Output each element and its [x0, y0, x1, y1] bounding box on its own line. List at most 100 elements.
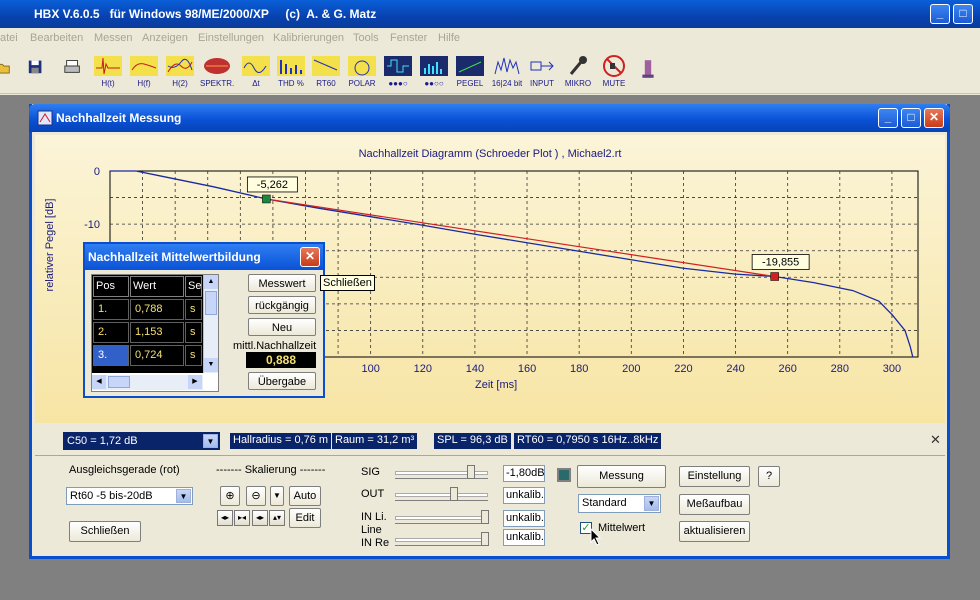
- measurement-button[interactable]: Messung: [577, 465, 666, 488]
- toolbar-input[interactable]: INPUT: [526, 54, 558, 92]
- save-icon[interactable]: [26, 54, 46, 92]
- row2-unit[interactable]: s: [185, 322, 202, 343]
- column-header-pos[interactable]: Pos: [93, 276, 129, 297]
- in-left-slider[interactable]: [395, 510, 489, 524]
- toolbar-scope2[interactable]: ●●○○: [418, 54, 450, 92]
- window-close-button[interactable]: ✕: [924, 108, 944, 128]
- setup-button[interactable]: Meßaufbau: [679, 494, 750, 515]
- toolbar-mikro[interactable]: MIKRO: [562, 54, 594, 92]
- settings-button[interactable]: Einstellung: [679, 466, 750, 487]
- scroll-left-icon[interactable]: ◀: [92, 375, 106, 389]
- toolbar-pegel[interactable]: PEGEL: [454, 54, 486, 92]
- scroll-down-arrow-icon[interactable]: ▼: [270, 486, 284, 506]
- ausgleich-select[interactable]: Rt60 -5 bis-20dB ▼: [66, 487, 193, 505]
- in-left-slider-thumb[interactable]: [481, 510, 489, 524]
- scroll-up-icon[interactable]: ▲: [204, 275, 218, 289]
- bitdepth-icon: [494, 57, 520, 75]
- undo-button[interactable]: rückgängig: [248, 296, 316, 314]
- minimize-button[interactable]: _: [930, 4, 950, 24]
- menu-hilfe[interactable]: Hilfe: [438, 32, 460, 44]
- row3-unit[interactable]: s: [185, 345, 202, 366]
- mode-select[interactable]: Standard ▼: [578, 494, 661, 513]
- toolbar-bitdepth[interactable]: 16|24 bit: [490, 54, 524, 92]
- marker-label: -19,855: [762, 257, 799, 269]
- messwert-button[interactable]: Messwert: [248, 274, 316, 292]
- ausgleich-dropdown-icon[interactable]: ▼: [176, 489, 191, 503]
- measurement-status-icon: [557, 468, 571, 482]
- row2-wert[interactable]: 1,153: [130, 322, 184, 343]
- scroll-right-icon[interactable]: ▶: [188, 375, 202, 389]
- distortion-icon: [277, 56, 305, 76]
- menu-bearbeiten[interactable]: Bearbeiten: [30, 32, 83, 44]
- edit-scale-button[interactable]: Edit: [289, 508, 321, 528]
- close-info-icon[interactable]: ✕: [930, 432, 941, 448]
- table-horizontal-scrollbar[interactable]: ◀ ▶: [92, 375, 203, 390]
- mode-dropdown-icon[interactable]: ▼: [644, 496, 659, 511]
- values-table: Pos Wert Se 1. 0,788 s 2. 1,153 s 3. 0,7…: [91, 274, 219, 392]
- column-header-unit[interactable]: Se: [185, 276, 202, 297]
- window-maximize-button[interactable]: □: [901, 108, 921, 128]
- toolbar-h2[interactable]: H(2): [164, 54, 196, 92]
- close-button[interactable]: Schließen: [69, 521, 141, 542]
- expand-x-icon[interactable]: ◂▸: [252, 510, 268, 526]
- scroll-down-icon[interactable]: ▼: [204, 358, 218, 372]
- maximize-button[interactable]: □: [953, 4, 973, 24]
- hscroll-thumb[interactable]: [108, 376, 130, 388]
- zoom-in-icon[interactable]: ⊕: [220, 486, 240, 506]
- in-right-slider[interactable]: [395, 532, 489, 546]
- table-vertical-scrollbar[interactable]: ▲ ▼: [203, 275, 218, 373]
- measurement-window-titlebar: Nachhallzeit Messung _ □ ✕: [29, 104, 950, 132]
- row1-pos[interactable]: 1.: [93, 299, 129, 320]
- average-dialog-close-button[interactable]: ✕: [300, 247, 320, 267]
- transfer-button[interactable]: Übergabe: [248, 372, 316, 390]
- shift-left-icon[interactable]: ◂▸: [217, 510, 233, 526]
- toolbar-spektr[interactable]: SPEKTR.: [200, 54, 234, 92]
- toolbar-thd[interactable]: THD %: [274, 54, 308, 92]
- in-right-slider-thumb[interactable]: [481, 532, 489, 546]
- toolbar-ht[interactable]: H(t): [92, 54, 124, 92]
- menu-datei[interactable]: atei: [0, 32, 18, 44]
- toolbar-rt60[interactable]: RT60: [310, 54, 342, 92]
- shift-y-icon[interactable]: ▴▾: [269, 510, 285, 526]
- row2-pos[interactable]: 2.: [93, 322, 129, 343]
- toolbar-dt[interactable]: Δt: [240, 54, 272, 92]
- exit-icon[interactable]: [638, 54, 658, 92]
- zoom-out-icon[interactable]: ⊖: [246, 486, 266, 506]
- menu-messen[interactable]: Messen: [94, 32, 133, 44]
- window-minimize-button[interactable]: _: [878, 108, 898, 128]
- row1-unit[interactable]: s: [185, 299, 202, 320]
- c50-select[interactable]: C50 = 1,72 dB ▼: [63, 432, 220, 450]
- row1-wert[interactable]: 0,788: [130, 299, 184, 320]
- out-slider[interactable]: [395, 487, 488, 501]
- skalierung-label: ------- Skalierung -------: [216, 464, 326, 476]
- sig-slider-thumb[interactable]: [467, 465, 475, 479]
- shrink-x-icon[interactable]: ▸◂: [234, 510, 250, 526]
- refresh-button[interactable]: aktualisieren: [679, 521, 750, 542]
- auto-scale-button[interactable]: Auto: [289, 486, 321, 506]
- toolbar-hf[interactable]: H(f): [128, 54, 160, 92]
- menu-anzeigen[interactable]: Anzeigen: [142, 32, 188, 44]
- scroll-thumb[interactable]: [205, 291, 217, 315]
- menu-fenster[interactable]: Fenster: [390, 32, 427, 44]
- new-button[interactable]: Neu: [248, 318, 316, 336]
- help-button[interactable]: ?: [758, 466, 780, 487]
- column-header-wert[interactable]: Wert: [130, 276, 184, 297]
- c50-dropdown-icon[interactable]: ▼: [203, 434, 218, 448]
- row3-pos[interactable]: 3.: [93, 345, 129, 366]
- toolbar-polar[interactable]: POLAR: [346, 54, 378, 92]
- menu-tools[interactable]: Tools: [353, 32, 379, 44]
- toolbar-scope1[interactable]: ●●●○: [382, 54, 414, 92]
- app-title: HBX V.6.0.5 für Windows 98/ME/2000/XP (c…: [34, 7, 377, 21]
- row3-wert[interactable]: 0,724: [130, 345, 184, 366]
- in-right-value: unkalib.: [503, 529, 545, 546]
- delay-icon: [242, 56, 270, 76]
- menu-kalibrierungen[interactable]: Kalibrierungen: [273, 32, 344, 44]
- print-icon[interactable]: [62, 54, 84, 92]
- menu-einstellungen[interactable]: Einstellungen: [198, 32, 264, 44]
- divider: [35, 455, 945, 456]
- open-folder-icon[interactable]: [0, 54, 12, 92]
- toolbar-mute[interactable]: MUTE: [598, 54, 630, 92]
- sig-slider[interactable]: [395, 465, 488, 479]
- out-slider-thumb[interactable]: [450, 487, 458, 501]
- ausgleich-value: Rt60 -5 bis-20dB: [70, 490, 153, 502]
